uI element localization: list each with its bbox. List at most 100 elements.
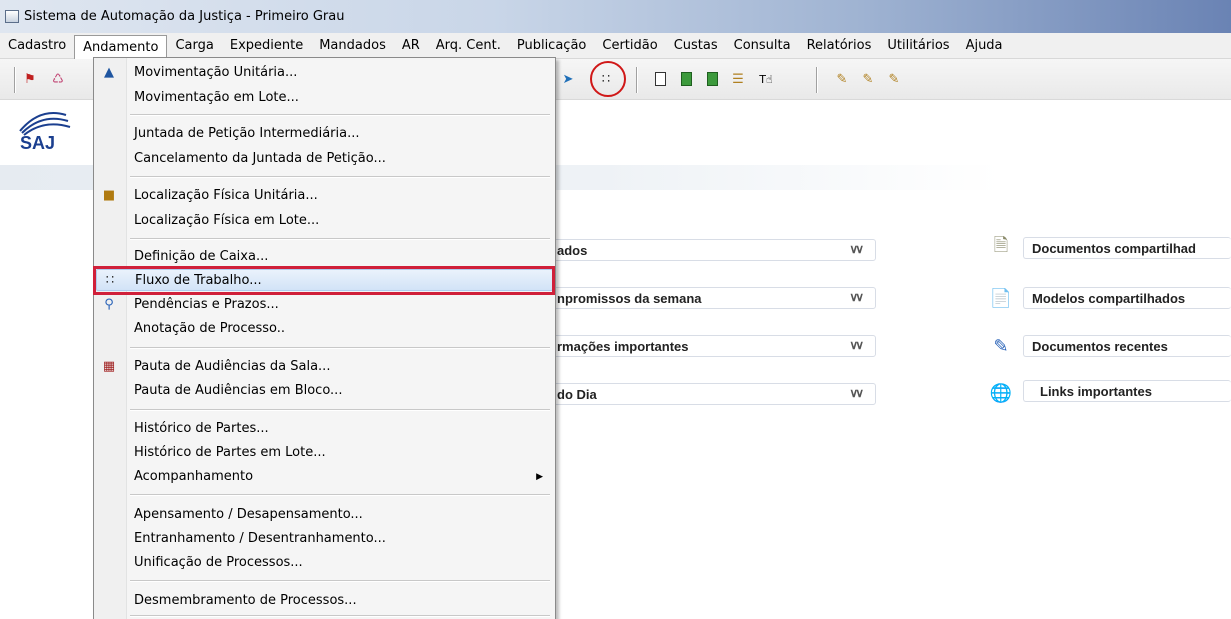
submenu-arrow-icon: ▶ xyxy=(536,472,543,482)
document-icon[interactable] xyxy=(652,71,668,87)
menu-ar[interactable]: AR xyxy=(394,35,428,57)
menu-separator xyxy=(130,580,550,582)
link-documentos-recentes[interactable]: Documentos recentes xyxy=(1023,335,1231,357)
menu-item-desmembramento[interactable]: Desmembramento de Processos... xyxy=(96,590,553,612)
menu-item-label: Desmembramento de Processos... xyxy=(134,593,357,608)
chevron-down-icon[interactable]: ∨∨ xyxy=(849,242,863,256)
menu-separator xyxy=(130,615,550,617)
arrow-right-icon[interactable]: ➤ xyxy=(560,71,576,87)
menu-mandados[interactable]: Mandados xyxy=(311,35,394,57)
folder-up-icon[interactable]: ✎ xyxy=(886,71,902,87)
panel-label: npromissos da semana xyxy=(557,290,702,306)
menu-item-label: Localização Física em Lote... xyxy=(134,213,320,228)
process-move-icon: ▲ xyxy=(104,65,114,80)
tag-icon[interactable]: ♺ xyxy=(50,71,66,87)
menu-item-label: Histórico de Partes em Lote... xyxy=(134,445,326,460)
dashboard-panel-4[interactable]: do Dia ∨∨ xyxy=(540,383,876,405)
menu-item-movimentacao-unitaria[interactable]: ▲ Movimentação Unitária... xyxy=(96,62,553,84)
menu-item-label: Anotação de Processo.. xyxy=(134,321,286,336)
menu-custas[interactable]: Custas xyxy=(666,35,726,57)
panel-label: rmações importantes xyxy=(557,338,689,354)
search-doc-icon: ⚲ xyxy=(104,297,114,312)
menu-expediente[interactable]: Expediente xyxy=(222,35,311,57)
chevron-down-icon[interactable]: ∨∨ xyxy=(849,338,863,352)
menu-carga[interactable]: Carga xyxy=(167,35,221,57)
menu-separator xyxy=(130,114,550,116)
menu-andamento[interactable]: Andamento xyxy=(74,34,168,59)
chevron-down-icon[interactable]: ∨∨ xyxy=(849,290,863,304)
document-copy-icon[interactable] xyxy=(704,71,720,87)
menu-separator xyxy=(130,347,550,349)
menu-certidao[interactable]: Certidão xyxy=(594,35,665,57)
menu-item-label: Histórico de Partes... xyxy=(134,421,269,436)
menu-separator xyxy=(130,494,550,496)
menu-item-movimentacao-lote[interactable]: Movimentação em Lote... xyxy=(96,87,553,109)
toolbar-separator xyxy=(636,67,638,93)
folder-search-icon[interactable]: ✎ xyxy=(834,71,850,87)
document-green-icon[interactable] xyxy=(678,71,694,87)
menu-item-label: Unificação de Processos... xyxy=(134,555,303,570)
toolbar-separator xyxy=(816,67,818,93)
menu-item-anotacao-processo[interactable]: Anotação de Processo.. xyxy=(96,318,553,340)
link-label: Modelos compartilhados xyxy=(1032,290,1186,306)
chevron-down-icon[interactable]: ∨∨ xyxy=(849,386,863,400)
link-links-importantes[interactable]: Links importantes xyxy=(1023,380,1231,402)
dashboard-panel-1[interactable]: ados ∨∨ xyxy=(540,239,876,261)
menu-item-label: Movimentação Unitária... xyxy=(134,65,298,80)
flag-icon[interactable]: ⚑ xyxy=(22,71,38,87)
calendar-grid-icon: ▦ xyxy=(102,359,116,374)
menu-separator xyxy=(130,176,550,178)
menu-consulta[interactable]: Consulta xyxy=(726,35,799,57)
menu-item-label: Movimentação em Lote... xyxy=(134,90,299,105)
menu-item-acompanhamento[interactable]: Acompanhamento ▶ xyxy=(96,466,553,488)
link-modelos-compartilhados[interactable]: Modelos compartilhados xyxy=(1023,287,1231,309)
menu-item-pauta-bloco[interactable]: Pauta de Audiências em Bloco... xyxy=(96,380,553,402)
menu-item-juntada-peticao[interactable]: Juntada de Petição Intermediária... xyxy=(96,123,553,145)
toolbar-highlight-circle xyxy=(590,61,626,97)
menu-item-label: Acompanhamento xyxy=(134,469,254,484)
menu-cadastro[interactable]: Cadastro xyxy=(0,35,74,57)
folder-down-icon[interactable]: ✎ xyxy=(860,71,876,87)
menu-bar: Cadastro Andamento Carga Expediente Mand… xyxy=(0,33,1231,59)
shared-models-icon: 📄 xyxy=(989,287,1013,309)
menu-item-label: Cancelamento da Juntada de Petição... xyxy=(134,151,386,166)
menu-item-label: Apensamento / Desapensamento... xyxy=(134,507,363,522)
menu-item-label: Localização Física Unitária... xyxy=(134,188,318,203)
dashboard-panel-2[interactable]: npromissos da semana ∨∨ xyxy=(540,287,876,309)
menu-arq-cent[interactable]: Arq. Cent. xyxy=(428,35,509,57)
toolbar-separator xyxy=(14,67,16,93)
app-icon xyxy=(5,10,19,23)
menu-item-label: Entranhamento / Desentranhamento... xyxy=(134,531,386,546)
window-title: Sistema de Automação da Justiça - Primei… xyxy=(24,9,345,24)
text-tool-icon[interactable]: T☝ xyxy=(758,71,774,87)
recent-documents-icon: ✎ xyxy=(993,335,1009,357)
menu-ajuda[interactable]: Ajuda xyxy=(958,35,1011,57)
link-label: Links importantes xyxy=(1040,383,1152,399)
menu-item-label: Pendências e Prazos... xyxy=(134,297,279,312)
menu-item-cancelamento-juntada[interactable]: Cancelamento da Juntada de Petição... xyxy=(96,148,553,170)
menu-utilitarios[interactable]: Utilitários xyxy=(879,35,957,57)
menu-item-pendencias-prazos[interactable]: ⚲ Pendências e Prazos... xyxy=(96,294,553,316)
title-bar: Sistema de Automação da Justiça - Primei… xyxy=(0,0,1231,33)
menu-item-label: Pauta de Audiências em Bloco... xyxy=(134,383,343,398)
dashboard-panel-3[interactable]: rmações importantes ∨∨ xyxy=(540,335,876,357)
menu-item-localizacao-unitaria[interactable]: ■ Localização Física Unitária... xyxy=(96,185,553,207)
menu-item-entranhamento[interactable]: Entranhamento / Desentranhamento... xyxy=(96,528,553,550)
menu-separator xyxy=(130,409,550,411)
menu-item-definicao-caixa[interactable]: Definição de Caixa... xyxy=(96,246,553,268)
saj-logo-text: SAJ xyxy=(20,133,56,153)
selected-item-highlight-box xyxy=(93,266,555,295)
andamento-dropdown-menu: ▲ Movimentação Unitária... Movimentação … xyxy=(93,57,556,619)
menu-item-localizacao-lote[interactable]: Localização Física em Lote... xyxy=(96,210,553,232)
menu-item-historico-partes-lote[interactable]: Histórico de Partes em Lote... xyxy=(96,442,553,464)
menu-publicacao[interactable]: Publicação xyxy=(509,35,595,57)
menu-item-historico-partes[interactable]: Histórico de Partes... xyxy=(96,418,553,440)
menu-relatorios[interactable]: Relatórios xyxy=(799,35,880,57)
menu-item-apensamento[interactable]: Apensamento / Desapensamento... xyxy=(96,504,553,526)
menu-item-label: Pauta de Audiências da Sala... xyxy=(134,359,331,374)
menu-item-unificacao[interactable]: Unificação de Processos... xyxy=(96,552,553,574)
menu-item-pauta-sala[interactable]: ▦ Pauta de Audiências da Sala... xyxy=(96,356,553,378)
document-search-icon[interactable]: ☰ xyxy=(730,71,746,87)
link-documentos-compartilhados[interactable]: Documentos compartilhad xyxy=(1023,237,1231,259)
menu-separator xyxy=(130,238,550,240)
